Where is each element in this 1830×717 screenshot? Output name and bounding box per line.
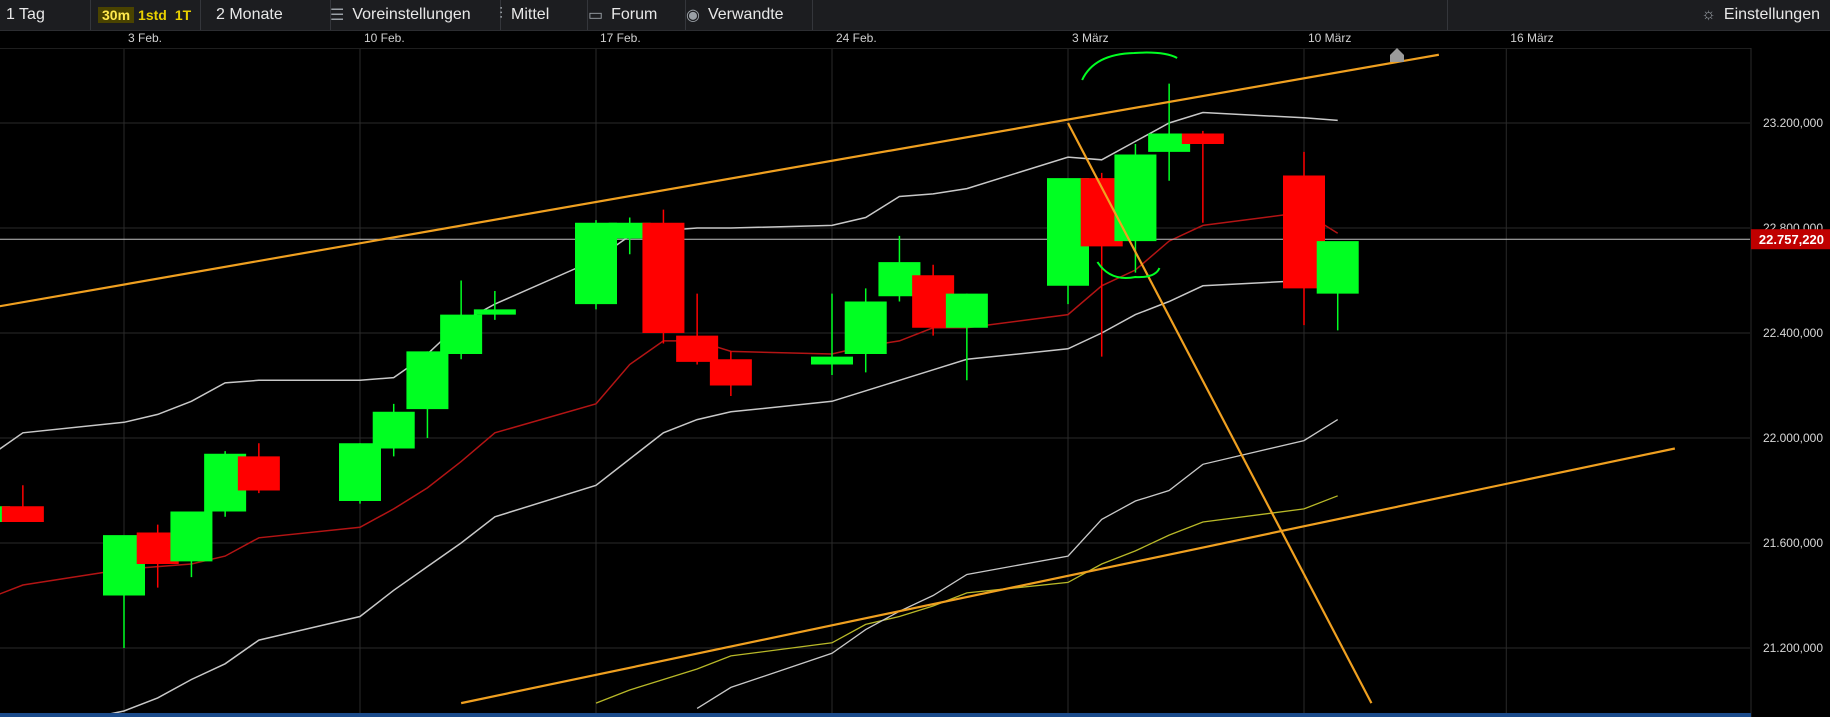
price-axis bbox=[1751, 48, 1830, 717]
candle-body bbox=[406, 351, 449, 410]
candle-body bbox=[339, 443, 381, 501]
trendline bbox=[1067, 122, 1373, 704]
candle bbox=[1283, 151, 1325, 326]
candle bbox=[440, 280, 483, 360]
y-tick-label: 22.400,000 bbox=[1763, 326, 1823, 340]
y-tick-label: 21.600,000 bbox=[1763, 536, 1823, 550]
candle-body bbox=[237, 456, 280, 491]
candle bbox=[170, 511, 213, 578]
plot-area bbox=[0, 49, 1750, 714]
ma-slow-line bbox=[595, 495, 1338, 704]
x-tick-label: 3 März bbox=[1072, 31, 1109, 45]
candle-body bbox=[811, 356, 853, 365]
candle bbox=[1, 485, 44, 522]
x-tick-label: 3 Feb. bbox=[128, 31, 162, 45]
last-price-label: 22.757,220 bbox=[1759, 232, 1824, 247]
trendline bbox=[0, 53, 1440, 308]
x-tick-label: 16 März bbox=[1510, 31, 1553, 45]
x-tick-label: 24 Feb. bbox=[836, 31, 877, 45]
annotation-arc-top bbox=[1081, 51, 1178, 81]
candle bbox=[237, 443, 280, 494]
annotation-arc-bottom bbox=[1096, 261, 1161, 279]
candle bbox=[945, 293, 988, 381]
candle-body bbox=[473, 309, 516, 315]
y-tick-label: 22.000,000 bbox=[1763, 431, 1823, 445]
lower-band-line bbox=[105, 266, 1338, 714]
candle-body bbox=[372, 411, 415, 449]
candle-body bbox=[1181, 133, 1224, 144]
candle bbox=[372, 403, 415, 457]
candle-body bbox=[676, 335, 719, 362]
y-tick-label: 23.200,000 bbox=[1763, 116, 1823, 130]
candle bbox=[642, 209, 685, 344]
candlestick-chart[interactable]: 3 Feb. 10 Feb. 17 Feb. 24 Feb. 3 März 10 März… bbox=[0, 0, 1830, 717]
x-tick-label: 17 Feb. bbox=[600, 31, 641, 45]
marker-icon bbox=[1390, 48, 1404, 62]
y-tick-label: 21.200,000 bbox=[1763, 641, 1823, 655]
x-tick-label: 10 März bbox=[1308, 31, 1351, 45]
x-tick-label: 10 Feb. bbox=[364, 31, 405, 45]
candle-body bbox=[1114, 154, 1157, 242]
candle-body bbox=[170, 511, 213, 562]
candle bbox=[1316, 241, 1359, 331]
scrollbar[interactable] bbox=[0, 713, 1751, 717]
candle-body bbox=[945, 293, 988, 328]
candle-body bbox=[844, 301, 887, 354]
candle-body bbox=[440, 314, 483, 354]
candle bbox=[339, 443, 381, 504]
candle-body bbox=[709, 359, 752, 386]
candle-body bbox=[1316, 241, 1359, 294]
candle-body bbox=[1, 506, 44, 522]
ma-fast-line bbox=[696, 419, 1339, 709]
candle-body bbox=[642, 222, 685, 333]
